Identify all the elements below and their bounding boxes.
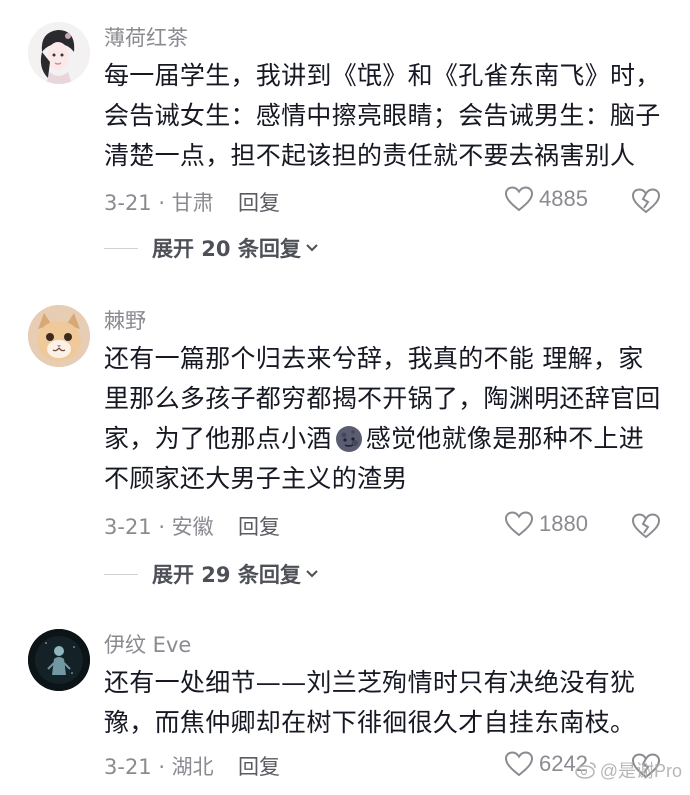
heart-icon [505,751,533,777]
moon-face-emoji-icon [335,426,362,452]
broken-heart-icon [631,188,661,214]
dislike-button[interactable] [631,513,661,543]
broken-heart-icon [631,513,661,539]
like-count: 4885 [539,186,588,211]
avatar[interactable] [28,305,90,367]
comment-meta: 3-21 · 湖北 [104,755,214,779]
expand-replies-button[interactable]: 展开 20 条回复 [104,233,319,263]
text-line: 不顾家还大男子主义的渣男 [104,464,408,493]
dislike-button[interactable] [631,188,661,218]
divider [104,247,138,249]
like-button[interactable]: 4885 [505,186,588,212]
dark-figure-icon [28,629,90,691]
girl-portrait-icon [28,22,90,84]
heart-icon [505,186,533,212]
reply-button[interactable]: 回复 [238,513,280,541]
username[interactable]: 伊纹 Eve [104,631,191,659]
text-line: 会告诫女生：感情中擦亮眼睛；会告诫男生：脑子 [104,101,661,130]
watermark-text: @是谢Pro [599,761,682,781]
comment-text: 每一届学生，我讲到《氓》和《孔雀东南飞》时， 会告诫女生：感情中擦亮眼睛；会告诫… [104,56,664,176]
divider [104,573,138,575]
expand-replies-button[interactable]: 展开 29 条回复 [104,559,319,589]
text-line: 还有一篇那个归去来兮辞，我真的不能 理解，家 [104,344,644,373]
expand-replies-label: 展开 29 条回复 [152,563,301,587]
watermark: @是谢Pro [574,757,682,783]
text-line: 豫，而焦仲卿却在树下徘徊很久才自挂东南枝。 [104,708,636,737]
avatar[interactable] [28,629,90,691]
username[interactable]: 薄荷红茶 [104,24,188,52]
chevron-down-icon [306,244,318,252]
text-line: 家，为了他那点小酒 感觉他就像是那种不上进 [104,419,664,459]
comment-text: 还有一处细节——刘兰芝殉情时只有决绝没有犹 豫，而焦仲卿却在树下徘徊很久才自挂东… [104,663,664,743]
like-count: 1880 [539,511,588,536]
comment-text: 还有一篇那个归去来兮辞，我真的不能 理解，家 里那么多孩子都穷都揭不开锅了，陶渊… [104,339,664,499]
avatar[interactable] [28,22,90,84]
text-segment: 感觉他就像是那种不上进 [365,424,645,453]
weibo-logo-icon [574,762,596,779]
reply-button[interactable]: 回复 [238,189,280,217]
like-button[interactable]: 1880 [505,511,588,537]
expand-replies-label: 展开 20 条回复 [152,237,301,261]
text-line: 清楚一点，担不起该担的责任就不要去祸害别人 [104,141,636,170]
comment-meta: 3-21 · 安徽 [104,515,214,539]
reply-button[interactable]: 回复 [238,753,280,781]
chevron-down-icon [306,570,318,578]
comment-meta: 3-21 · 甘肃 [104,191,214,215]
heart-icon [505,511,533,537]
text-line: 每一届学生，我讲到《氓》和《孔雀东南飞》时， [104,61,661,90]
cat-icon [28,305,90,367]
username[interactable]: 棘野 [104,307,146,335]
text-line: 还有一处细节——刘兰芝殉情时只有决绝没有犹 [104,668,636,697]
text-line: 里那么多孩子都穷都揭不开锅了，陶渊明还辞官回 [104,384,661,413]
text-segment: 家，为了他那点小酒 [104,424,332,453]
